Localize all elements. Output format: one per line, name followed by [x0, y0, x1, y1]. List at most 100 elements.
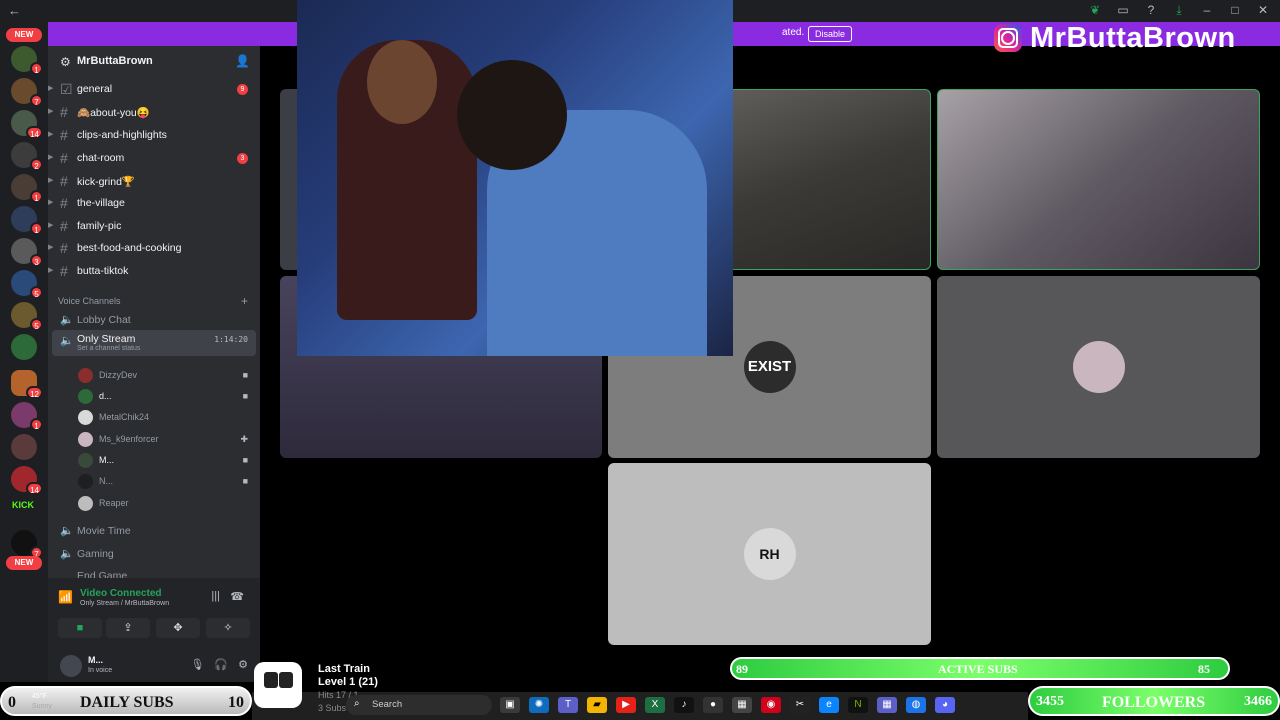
server-header[interactable]: ⚙ MrButtaBrown 👤 [48, 46, 260, 78]
copilot-icon[interactable]: ✺ [529, 697, 549, 713]
server-icon[interactable]: 1 [11, 46, 43, 75]
disable-button[interactable]: Disable [808, 26, 853, 42]
close-icon[interactable]: ✕ [1256, 3, 1270, 18]
server-icon[interactable]: 12 [11, 370, 43, 399]
app-icon[interactable]: ▦ [732, 697, 752, 713]
chevron-right-icon: ▶ [48, 131, 54, 138]
screen-share-button[interactable]: ⇪ [106, 618, 150, 638]
video-tile[interactable] [937, 276, 1260, 458]
server-icon[interactable]: 5 [11, 270, 43, 299]
voice-member[interactable]: Reaper [78, 494, 256, 514]
channel-general[interactable]: ▶ ☑ general 9 [48, 78, 260, 100]
daily-subs-start: 0 [8, 694, 16, 711]
server-icon[interactable]: 7 [11, 530, 43, 559]
capcut-icon[interactable]: ✂ [790, 697, 810, 713]
activities-button[interactable]: ✥ [156, 618, 200, 638]
maximize-icon[interactable]: □ [1228, 3, 1242, 18]
arrow-left-icon[interactable]: ← [8, 3, 21, 18]
voice-channel-lobby-chat[interactable]: 🔈 Lobby Chat [48, 309, 260, 331]
voice-member[interactable]: MetalChik24 [78, 408, 256, 428]
channel-label: general [77, 83, 113, 95]
invite-icon[interactable]: 👤 [235, 54, 250, 68]
folder-icon[interactable]: ▰ [587, 697, 607, 713]
tiktok-icon[interactable]: ♪ [674, 697, 694, 713]
followers-goal: 3466 [1244, 694, 1272, 709]
chevron-right-icon: ▶ [48, 244, 54, 251]
help-icon[interactable]: ? [1144, 3, 1158, 18]
voice-member[interactable]: d... ■ [78, 387, 256, 407]
connection-location[interactable]: Only Stream / MrButtaBrown [80, 600, 169, 607]
signal-icon[interactable]: 📶 [58, 590, 73, 604]
minimize-icon[interactable]: – [1200, 3, 1214, 18]
server-icon[interactable]: 1 [11, 206, 43, 235]
announcement-icon: ☑ [60, 81, 73, 97]
channel-label: family-pic [77, 220, 122, 232]
add-channel-icon[interactable]: + [241, 294, 248, 308]
video-tile-camera[interactable] [937, 89, 1260, 270]
task-view-icon[interactable]: ▣ [500, 697, 520, 713]
teams-icon[interactable]: T [558, 697, 578, 713]
server-icon[interactable]: 14 [11, 466, 43, 495]
server-icon[interactable]: 3 [11, 238, 43, 267]
user-controls: 🎙 🎧 ⚙ [190, 658, 248, 671]
channel-clips-and-highlights[interactable]: ▶ # clips-and-highlights [48, 124, 260, 146]
hash-icon: # [60, 104, 68, 120]
controller-icon: ✚ [240, 434, 248, 444]
avatar: EXIST [743, 341, 796, 393]
kick-logo[interactable]: KICK [12, 500, 34, 510]
download-icon[interactable]: ⤓ [1172, 3, 1186, 18]
soundboard-button[interactable]: ✧ [206, 618, 250, 638]
channel-best-food-and-cooking[interactable]: ▶ # best-food-and-cooking [48, 237, 260, 259]
avatar[interactable] [60, 655, 82, 677]
noise-suppression-icon[interactable]: ||| [211, 590, 220, 602]
voice-member[interactable]: Ms_k9enforcer ✚ [78, 430, 256, 450]
channel-butta-tiktok[interactable]: ▶ # butta-tiktok [48, 260, 260, 282]
inbox-icon[interactable]: ▭ [1116, 3, 1130, 18]
camera-icon: ■ [242, 370, 248, 380]
channel-chat-room[interactable]: ▶ # chat-room 3 [48, 147, 260, 169]
record-icon[interactable]: ◉ [761, 697, 781, 713]
voice-member[interactable]: N... ■ [78, 472, 256, 492]
server-icon[interactable] [11, 334, 37, 360]
discord-icon[interactable]: ◕ [935, 697, 955, 713]
taskbar-search[interactable]: ⌕ Search [346, 695, 492, 715]
channel-the-village[interactable]: ▶ # the-village [48, 192, 260, 214]
voice-member[interactable]: DizzyDev ■ [78, 366, 256, 386]
browser-icon[interactable]: ◍ [906, 697, 926, 713]
excel-icon[interactable]: X [645, 697, 665, 713]
channel-kick-grind[interactable]: ▶ # kick-grind🏆 [48, 170, 260, 192]
channel-about-you[interactable]: ▶ # 🙈about-you😝 [48, 101, 260, 123]
voice-channel-end-game[interactable]: End Game [48, 565, 260, 578]
server-icon[interactable]: 5 [11, 302, 43, 331]
server-icon[interactable]: 7 [11, 78, 43, 107]
server-icon[interactable]: 2 [11, 142, 43, 171]
disconnect-icon[interactable]: ☎ [230, 590, 244, 603]
camera-button[interactable]: ■ [58, 618, 102, 638]
channel-status[interactable]: Set a channel status [77, 345, 140, 352]
daily-subs-bar: 0 DAILY SUBS 10 [0, 686, 252, 716]
voice-channel-movie-time[interactable]: 🔈 Movie Time [48, 520, 260, 542]
gear-icon[interactable]: ⚙ [238, 658, 248, 671]
speaker-icon: 🔈 [60, 314, 74, 326]
server-icon[interactable]: 1 [11, 402, 43, 431]
microphone-icon[interactable]: 🎙 [190, 658, 204, 671]
obs-icon[interactable]: ● [703, 697, 723, 713]
server-icon[interactable]: 14 [11, 110, 43, 139]
hype-train-icon [254, 662, 302, 708]
leaf-icon[interactable]: ❦ [1088, 3, 1102, 18]
server-icon[interactable]: 1 [11, 174, 43, 203]
voice-channel-gaming[interactable]: 🔈 Gaming [48, 543, 260, 565]
voice-member[interactable]: M... ■ [78, 451, 256, 471]
calendar-icon[interactable]: ▦ [877, 697, 897, 713]
youtube-icon[interactable]: ▶ [616, 697, 636, 713]
voice-channel-only-stream[interactable]: 🔈 Only Stream Set a channel status 1:14:… [52, 330, 256, 356]
headphones-icon[interactable]: 🎧 [214, 658, 228, 671]
nvidia-icon[interactable]: N [848, 697, 868, 713]
video-tile[interactable]: RH [608, 463, 931, 645]
voice-channels-header[interactable]: Voice Channels [58, 296, 121, 306]
taskbar-apps: ▣ ✺ T ▰ ▶ X ♪ ● ▦ ◉ ✂ e N ▦ ◍ ◕ [500, 697, 955, 713]
server-icon[interactable] [11, 434, 37, 460]
edge-icon[interactable]: e [819, 697, 839, 713]
daily-subs-label: DAILY SUBS [80, 694, 174, 711]
channel-family-pic[interactable]: ▶ # family-pic [48, 215, 260, 237]
